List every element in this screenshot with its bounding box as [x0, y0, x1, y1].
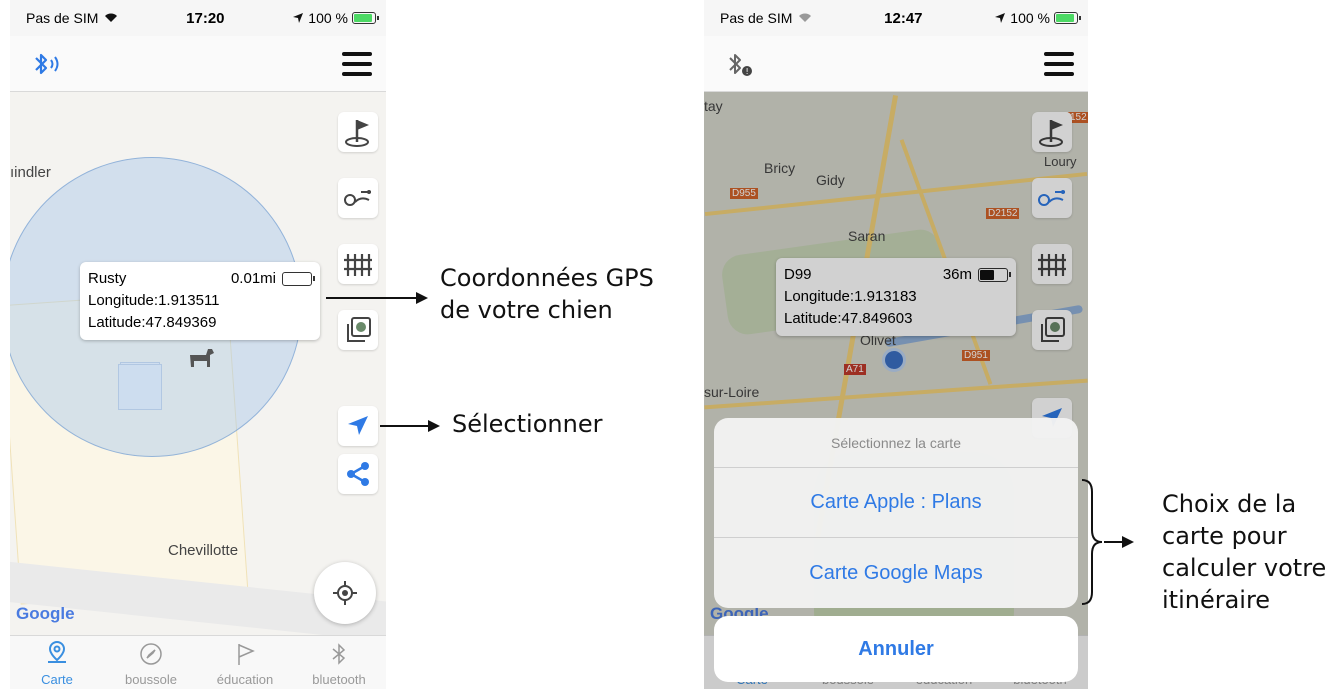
share-icon	[347, 462, 369, 486]
wifi-icon	[105, 13, 118, 22]
tab-education[interactable]: éducation	[198, 636, 292, 689]
dog-latitude: Latitude:47.849369	[88, 314, 217, 331]
recenter-button[interactable]	[314, 562, 376, 624]
apple-maps-option[interactable]: Carte Apple : Plans	[714, 468, 1078, 538]
battery-icon	[1053, 12, 1081, 24]
annotation-arrowhead	[1122, 536, 1134, 548]
battery-percent: 100 %	[308, 10, 348, 26]
status-bar: Pas de SIM 17:20 100 %	[10, 0, 386, 36]
map-label: Chevillotte	[168, 542, 239, 559]
annotation-select: Sélectionner	[452, 410, 603, 438]
annotation-text: Coordonnées GPS	[440, 264, 654, 292]
status-time: 17:20	[186, 9, 225, 27]
crosshair-icon	[333, 581, 357, 605]
dog-distance: 0.01mi	[230, 270, 276, 287]
tab-label: éducation	[216, 672, 274, 687]
tab-label: bluetooth	[312, 672, 366, 687]
fence-icon	[344, 254, 372, 276]
collar-battery-icon	[282, 272, 315, 287]
tab-carte[interactable]: Carte	[10, 636, 104, 689]
tab-bluetooth[interactable]: bluetooth	[292, 636, 386, 689]
map-pin-icon	[48, 640, 66, 663]
annotation-choice: Choix de la carte pour calculer votre it…	[1162, 488, 1326, 616]
layers-icon	[347, 317, 371, 342]
status-bar: Pas de SIM 12:47 100 %	[704, 0, 1088, 36]
location-arrow-icon	[995, 13, 1006, 23]
map-view[interactable]: ıindler Chevillotte Google Rusty 0.01mi …	[10, 92, 386, 635]
nav-bar: !	[704, 36, 1088, 92]
tab-bar: Carte boussole éducation bluetooth	[10, 635, 386, 689]
annotation-arrowhead	[428, 420, 440, 432]
tab-label: boussole	[124, 672, 178, 687]
share-button[interactable]	[338, 454, 378, 494]
menu-icon[interactable]	[342, 52, 372, 76]
route-icon	[344, 190, 371, 206]
phone-screen-map: Pas de SIM 17:20 100 % ıindler Chevillot…	[10, 0, 386, 689]
annotation-text: de votre chien	[440, 296, 613, 324]
wifi-icon	[799, 13, 812, 22]
menu-icon[interactable]	[1044, 52, 1074, 76]
google-logo: Google	[16, 604, 75, 623]
annotation-arrow	[1104, 541, 1124, 543]
map-type-button[interactable]	[338, 310, 378, 350]
phone-screen-map-choice: Pas de SIM 12:47 100 % ! tay Bricy Gidy …	[704, 0, 1088, 689]
tab-boussole[interactable]: boussole	[104, 636, 198, 689]
map-label: ıindler	[10, 164, 51, 181]
dog-info-popup[interactable]: Rusty 0.01mi Longitude:1.913511 Latitude…	[80, 262, 320, 340]
carrier-label: Pas de SIM	[720, 10, 793, 26]
dog-marker-icon[interactable]	[186, 345, 216, 371]
bluetooth-disconnected-icon[interactable]: !	[726, 50, 756, 78]
location-arrow-icon	[293, 13, 304, 23]
annotation-text: calculer votre	[1162, 554, 1327, 582]
compass-icon	[140, 643, 162, 665]
annotation-arrow	[380, 425, 430, 427]
dog-name: Rusty	[88, 270, 127, 287]
nav-bar	[10, 36, 386, 92]
battery-icon	[351, 12, 379, 24]
annotation-arrow	[326, 297, 418, 299]
flag-icon	[238, 644, 255, 665]
map-choice-action-sheet: Sélectionnez la carte Carte Apple : Plan…	[714, 418, 1078, 608]
action-sheet-title: Sélectionnez la carte	[714, 418, 1078, 468]
cancel-button[interactable]: Annuler	[714, 616, 1078, 682]
annotation-gps: Coordonnées GPS de votre chien	[440, 262, 654, 326]
navigation-arrow-icon	[348, 416, 368, 435]
navigate-button[interactable]	[338, 406, 378, 446]
dog-longitude: Longitude:1.913511	[88, 292, 220, 309]
bluetooth-connected-icon[interactable]	[32, 50, 62, 78]
battery-percent: 100 %	[1010, 10, 1050, 26]
route-button[interactable]	[338, 178, 378, 218]
flag-pin-icon	[345, 120, 369, 147]
annotation-text: itinéraire	[1162, 586, 1271, 614]
fence-button[interactable]	[338, 244, 378, 284]
bluetooth-icon	[332, 643, 346, 665]
annotation-text: Choix de la	[1162, 490, 1297, 518]
tab-label: Carte	[41, 672, 73, 687]
annotation-arrowhead	[416, 292, 428, 304]
google-maps-option[interactable]: Carte Google Maps	[714, 538, 1078, 608]
carrier-label: Pas de SIM	[26, 10, 99, 26]
annotation-text: carte pour	[1162, 522, 1287, 550]
status-time: 12:47	[884, 9, 923, 27]
svg-text:!: !	[746, 67, 749, 76]
flag-button[interactable]	[338, 112, 378, 152]
